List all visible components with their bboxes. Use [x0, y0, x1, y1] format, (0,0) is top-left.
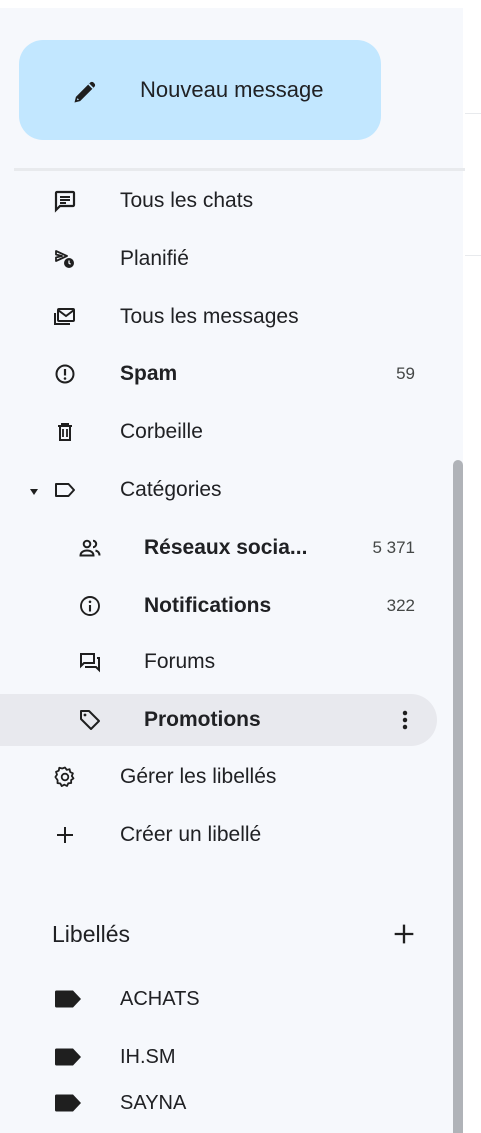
- nav-item-label: Réseaux socia...: [144, 536, 308, 559]
- compose-label: Nouveau message: [140, 77, 324, 102]
- info-icon: [78, 594, 102, 618]
- all-mail-icon: [53, 305, 77, 329]
- panel-divider: [465, 113, 481, 114]
- nav-item-label: Spam: [120, 362, 178, 385]
- nav-item-social[interactable]: Réseaux socia... 5 371: [0, 522, 440, 574]
- plus-icon: [53, 823, 77, 847]
- label-name: IH.SM: [120, 1046, 176, 1068]
- section-divider: [14, 168, 465, 171]
- nav-item-label: Catégories: [120, 478, 222, 501]
- nav-item-label: Forums: [144, 650, 216, 673]
- nav-item-promotions[interactable]: Promotions: [0, 694, 437, 746]
- panel-divider: [465, 255, 481, 256]
- tag-icon: [78, 708, 102, 732]
- label-filled-icon: [54, 1048, 82, 1066]
- label-name: ACHATS: [120, 988, 200, 1010]
- people-icon: [78, 536, 102, 560]
- nav-item-label: Planifié: [120, 247, 189, 270]
- more-vert-icon[interactable]: [391, 706, 419, 734]
- label-item-achats[interactable]: ACHATS: [0, 973, 440, 1025]
- nav-item-label: Notifications: [144, 594, 272, 617]
- labels-section-title: Libellés: [52, 921, 130, 947]
- sidebar: Nouveau message Tous les chats Planifié …: [0, 0, 481, 1133]
- nav-item-label: Créer un libellé: [120, 823, 262, 846]
- nav-item-categories[interactable]: Catégories: [0, 464, 440, 516]
- label-filled-icon: [54, 1094, 82, 1112]
- nav-item-scheduled[interactable]: Planifié: [0, 233, 440, 285]
- label-item-sayna[interactable]: SAYNA: [0, 1077, 440, 1129]
- unread-count: 5 371: [372, 538, 415, 557]
- nav-item-label: Promotions: [144, 708, 261, 731]
- nav-item-label: Gérer les libellés: [120, 765, 277, 788]
- nav-item-all-chats[interactable]: Tous les chats: [0, 175, 440, 227]
- unread-count: 59: [396, 364, 415, 383]
- caret-down-icon[interactable]: [29, 484, 39, 495]
- nav-item-forums[interactable]: Forums: [0, 636, 440, 688]
- nav-item-manage-labels[interactable]: Gérer les libellés: [0, 751, 440, 803]
- nav-item-updates[interactable]: Notifications 322: [0, 580, 440, 632]
- nav-item-label: Corbeille: [120, 420, 203, 443]
- nav-item-label: Tous les chats: [120, 189, 254, 212]
- label-outline-icon: [53, 478, 77, 502]
- unread-count: 322: [386, 596, 415, 615]
- forum-icon: [78, 650, 102, 674]
- add-label-icon[interactable]: [390, 920, 418, 948]
- label-item-ihsm[interactable]: IH.SM: [0, 1031, 440, 1083]
- label-name: SAYNA: [120, 1092, 187, 1114]
- chat-icon: [53, 189, 77, 213]
- label-filled-icon: [54, 990, 82, 1008]
- nav-item-label: Tous les messages: [120, 305, 299, 328]
- scheduled-send-icon: [53, 247, 77, 271]
- pencil-icon: [71, 78, 99, 106]
- nav-item-create-label[interactable]: Créer un libellé: [0, 809, 440, 861]
- gear-icon: [53, 765, 77, 789]
- top-strip: [0, 0, 481, 8]
- main-panel-edge: [463, 8, 481, 1133]
- nav-item-trash[interactable]: Corbeille: [0, 406, 440, 458]
- nav-item-spam[interactable]: Spam 59: [0, 348, 440, 400]
- nav-item-all-mail[interactable]: Tous les messages: [0, 291, 440, 343]
- compose-button[interactable]: Nouveau message: [19, 40, 381, 140]
- trash-icon: [53, 420, 77, 444]
- scrollbar-thumb[interactable]: [453, 460, 463, 1133]
- spam-icon: [53, 362, 77, 386]
